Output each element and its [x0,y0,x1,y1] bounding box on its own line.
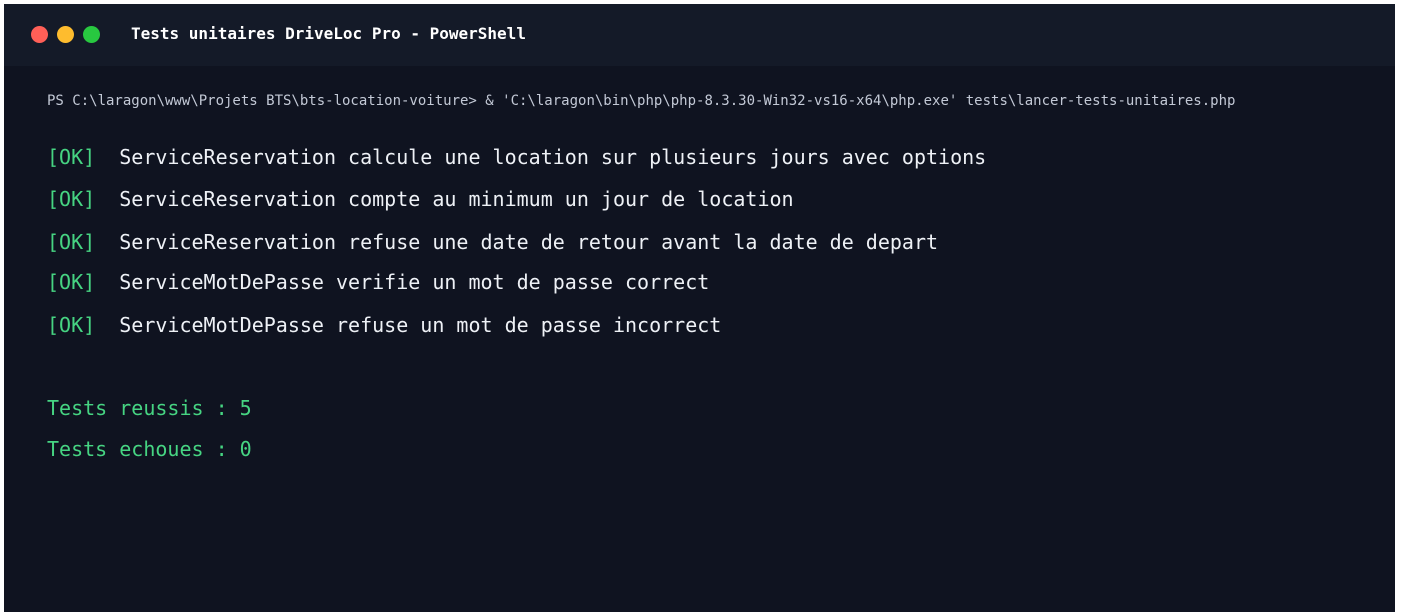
summary-failed: Tests echoues : 0 [47,437,252,461]
status-tag: [OK] [47,230,96,254]
test-message: ServiceReservation compte au minimum un … [119,187,794,211]
powershell-window: Tests unitaires DriveLoc Pro - PowerShel… [4,4,1395,612]
summary-passed: Tests reussis : 5 [47,396,252,420]
command-prompt-line: PS C:\laragon\www\Projets BTS\bts-locati… [47,93,1236,109]
status-tag: [OK] [47,145,96,169]
test-result-line: [OK] ServiceMotDePasse verifie un mot de… [47,269,709,295]
test-message: ServiceMotDePasse refuse un mot de passe… [119,313,722,337]
window-title: Tests unitaires DriveLoc Pro - PowerShel… [131,24,526,43]
terminal-output[interactable]: PS C:\laragon\www\Projets BTS\bts-locati… [4,66,1395,612]
title-bar[interactable]: Tests unitaires DriveLoc Pro - PowerShel… [4,4,1395,66]
test-result-line: [OK] ServiceReservation calcule une loca… [47,144,986,170]
test-message: ServiceReservation refuse une date de re… [119,230,939,254]
test-result-line: [OK] ServiceMotDePasse refuse un mot de … [47,312,721,338]
test-message: ServiceReservation calcule une location … [119,145,987,169]
test-result-line: [OK] ServiceReservation refuse une date … [47,229,938,255]
status-tag: [OK] [47,270,96,294]
test-message: ServiceMotDePasse verifie un mot de pass… [119,270,710,294]
close-window-icon[interactable] [31,26,48,43]
minimize-window-icon[interactable] [57,26,74,43]
test-result-line: [OK] ServiceReservation compte au minimu… [47,186,794,212]
maximize-window-icon[interactable] [83,26,100,43]
status-tag: [OK] [47,187,96,211]
status-tag: [OK] [47,313,96,337]
